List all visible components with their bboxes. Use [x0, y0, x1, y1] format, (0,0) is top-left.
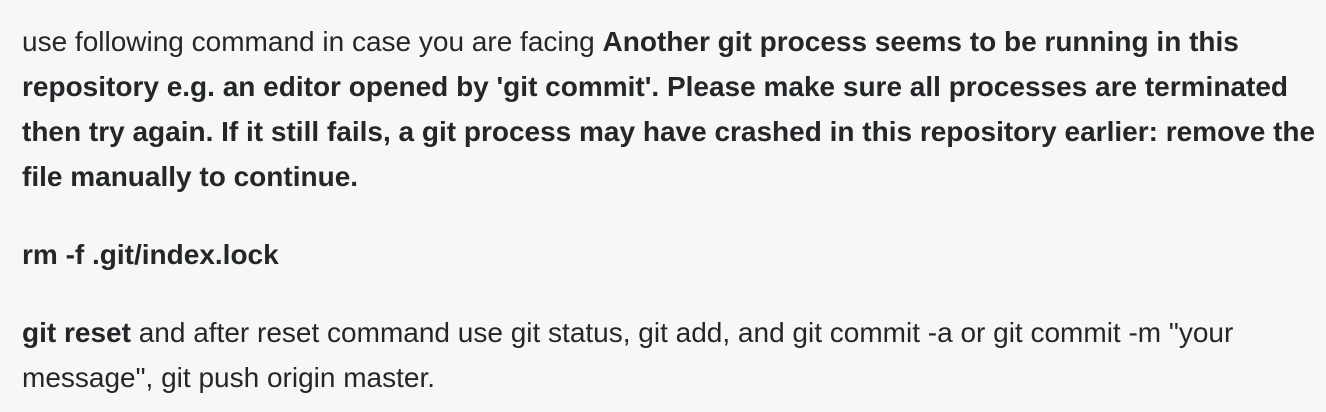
reset-paragraph: git reset and after reset command use gi…: [22, 310, 1322, 400]
git-reset-label: git reset: [22, 317, 131, 348]
reset-instructions: and after reset command use git status, …: [22, 317, 1234, 393]
intro-text: use following command in case you are fa…: [22, 26, 603, 57]
remove-lock-command: rm -f .git/index.lock: [22, 239, 279, 270]
command-paragraph: rm -f .git/index.lock: [22, 232, 1322, 277]
answer-body: use following command in case you are fa…: [22, 19, 1322, 400]
intro-paragraph: use following command in case you are fa…: [22, 19, 1322, 199]
